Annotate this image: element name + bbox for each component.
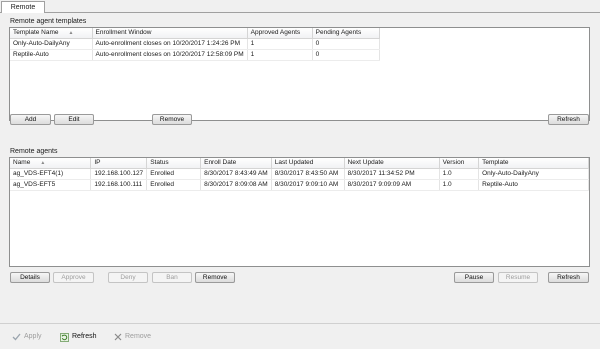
edit-template-button[interactable]: Edit xyxy=(54,114,94,125)
approve-button[interactable]: Approve xyxy=(53,272,94,283)
templates-grid[interactable]: Template Name ▲ Enrollment Window Approve… xyxy=(9,27,590,121)
deny-button[interactable]: Deny xyxy=(108,272,148,283)
approved-agents-cell: 1 xyxy=(247,38,313,50)
checkmark-icon xyxy=(12,333,21,341)
templates-table: Template Name ▲ Enrollment Window Approve… xyxy=(10,28,380,61)
agent-template-cell: Only-Auto-DailyAny xyxy=(478,168,589,180)
add-template-button[interactable]: Add xyxy=(10,114,51,125)
column-header-template-name[interactable]: Template Name ▲ xyxy=(10,28,93,39)
agent-last-updated-cell: 8/30/2017 8:43:50 AM xyxy=(271,168,345,180)
template-name-cell: Only-Auto-DailyAny xyxy=(10,38,93,50)
template-name-cell: Reptile-Auto xyxy=(10,49,93,61)
refresh-label: Refresh xyxy=(72,333,97,340)
agent-version-cell: 1.0 xyxy=(439,168,480,180)
agent-name-cell: ag_VDS-EFT5 xyxy=(10,179,92,191)
agent-next-update-cell: 8/30/2017 9:09:09 AM xyxy=(344,179,440,191)
remove-agent-button[interactable]: Remove xyxy=(195,272,235,283)
column-header-approved-agents[interactable]: Approved Agents xyxy=(247,28,313,39)
agent-status-cell: Enrolled xyxy=(146,179,202,191)
column-header-next-update[interactable]: Next Update xyxy=(344,158,440,169)
table-row[interactable]: Only-Auto-DailyAny Auto-enrollment close… xyxy=(10,38,380,50)
column-header-ip[interactable]: IP xyxy=(90,158,148,169)
agent-template-cell: Reptile-Auto xyxy=(478,179,589,191)
column-header-name[interactable]: Name ▲ xyxy=(10,158,92,169)
column-header-pending-agents[interactable]: Pending Agents xyxy=(312,28,380,39)
agent-next-update-cell: 8/30/2017 11:34:52 PM xyxy=(344,168,440,180)
refresh-templates-button[interactable]: Refresh xyxy=(548,114,589,125)
column-header-version[interactable]: Version xyxy=(439,158,480,169)
table-row[interactable]: ag_VDS-EFT4(1) 192.168.100.127 Enrolled … xyxy=(10,168,589,180)
column-header-status[interactable]: Status xyxy=(146,158,202,169)
templates-header-row: Template Name ▲ Enrollment Window Approve… xyxy=(10,28,380,39)
remote-agents-panel: Remote agent templates Template Name ▲ En… xyxy=(0,13,600,323)
agent-enroll-date-cell: 8/30/2017 8:09:08 AM xyxy=(200,179,272,191)
enrollment-window-cell: Auto-enrollment closes on 10/20/2017 1:2… xyxy=(92,38,248,50)
agent-enroll-date-cell: 8/30/2017 8:43:49 AM xyxy=(200,168,272,180)
agents-header-row: Name ▲ IP Status Enroll Date Last Updated… xyxy=(10,158,589,169)
apply-button[interactable]: Apply xyxy=(12,332,42,342)
pending-agents-cell: 0 xyxy=(312,38,380,50)
column-header-last-updated[interactable]: Last Updated xyxy=(271,158,345,169)
close-icon xyxy=(114,333,122,341)
table-row[interactable]: Reptile-Auto Auto-enrollment closes on 1… xyxy=(10,49,380,61)
enrollment-window-cell: Auto-enrollment closes on 10/20/2017 12:… xyxy=(92,49,248,61)
column-header-template[interactable]: Template xyxy=(478,158,589,169)
agent-version-cell: 1.0 xyxy=(439,179,480,191)
agent-ip-cell: 192.168.100.127 xyxy=(90,168,148,180)
agent-ip-cell: 192.168.100.111 xyxy=(90,179,148,191)
pause-button[interactable]: Pause xyxy=(454,272,494,283)
resume-button[interactable]: Resume xyxy=(498,272,538,283)
table-row[interactable]: ag_VDS-EFT5 192.168.100.111 Enrolled 8/3… xyxy=(10,179,589,191)
column-header-enroll-date[interactable]: Enroll Date xyxy=(200,158,272,169)
agent-name-cell: ag_VDS-EFT4(1) xyxy=(10,168,92,180)
agents-grid[interactable]: Name ▲ IP Status Enroll Date Last Updated… xyxy=(9,157,590,267)
remove-label: Remove xyxy=(125,333,152,340)
agents-table: Name ▲ IP Status Enroll Date Last Updated… xyxy=(10,158,589,191)
pending-agents-cell: 0 xyxy=(312,49,380,61)
sort-ascending-icon: ▲ xyxy=(40,160,46,167)
approved-agents-cell: 1 xyxy=(247,49,313,61)
agent-status-cell: Enrolled xyxy=(146,168,202,180)
refresh-icon xyxy=(60,332,69,342)
templates-section-label: Remote agent templates xyxy=(10,18,87,25)
column-header-enrollment-window[interactable]: Enrollment Window xyxy=(92,28,248,39)
footer-toolbar: Apply Refresh Remove xyxy=(0,323,600,349)
details-button[interactable]: Details xyxy=(10,272,50,283)
tab-strip: Remote Agents xyxy=(0,0,600,22)
agents-section-label: Remote agents xyxy=(10,148,58,155)
apply-label: Apply xyxy=(24,333,42,340)
remove-template-button[interactable]: Remove xyxy=(152,114,192,125)
agent-last-updated-cell: 8/30/2017 9:09:10 AM xyxy=(271,179,345,191)
remove-button[interactable]: Remove xyxy=(114,332,151,342)
refresh-agents-button[interactable]: Refresh xyxy=(548,272,589,283)
ban-button[interactable]: Ban xyxy=(152,272,192,283)
sort-ascending-icon: ▲ xyxy=(68,30,74,37)
refresh-button[interactable]: Refresh xyxy=(60,332,97,342)
